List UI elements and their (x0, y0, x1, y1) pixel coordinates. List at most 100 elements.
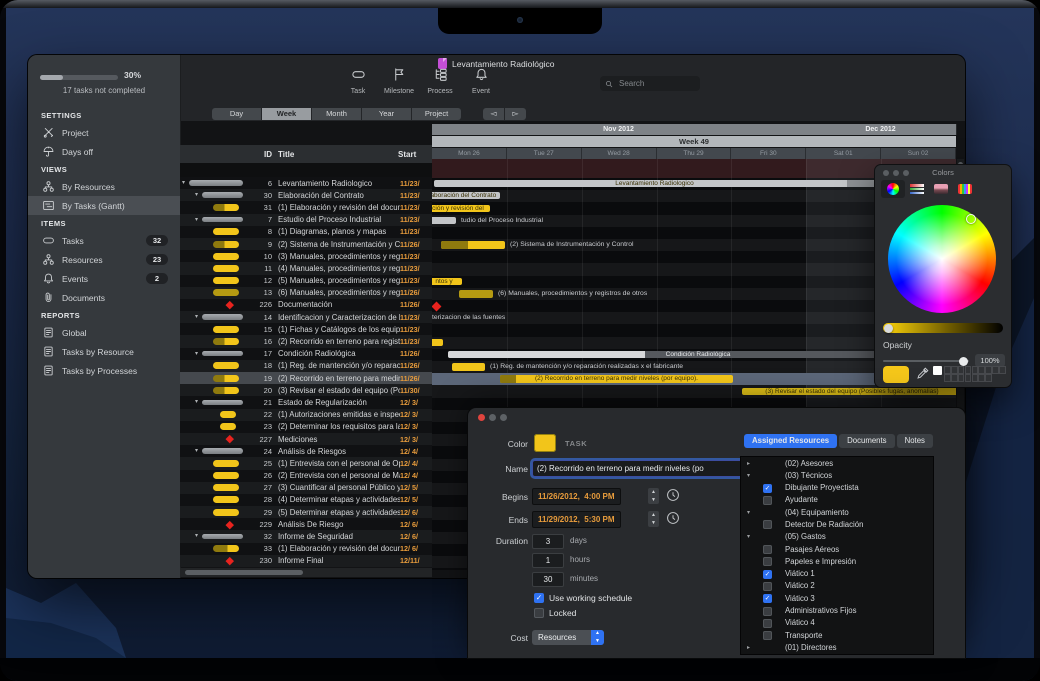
resource-checkbox[interactable] (763, 619, 772, 628)
scrollbar-thumb[interactable] (185, 570, 303, 575)
column-header-start[interactable]: Start (398, 150, 432, 159)
table-row[interactable]: 12(5) Manuales, procedimientos y registr… (180, 275, 432, 287)
eyedropper-icon[interactable] (916, 367, 929, 385)
resource-checkbox[interactable] (763, 520, 772, 529)
table-horizontal-scrollbar[interactable] (180, 568, 432, 577)
sidebar-item-global[interactable]: Global (28, 323, 180, 342)
empty-swatch-slot[interactable] (985, 374, 992, 382)
sidebar-item-days-off[interactable]: Days off (28, 142, 180, 161)
sidebar-item-tasks-by-processes[interactable]: Tasks by Processes (28, 361, 180, 380)
tab-notes[interactable]: Notes (897, 434, 933, 448)
gantt-bar[interactable]: laboración del Contrato (432, 192, 500, 199)
empty-swatch-slot[interactable] (965, 366, 972, 374)
table-row[interactable]: 11(4) Manuales, procedimientos y registr… (180, 262, 432, 274)
resource-checkbox[interactable] (763, 607, 772, 616)
empty-swatch-slot[interactable] (965, 374, 972, 382)
task-name-input[interactable] (532, 460, 750, 477)
color-wheel[interactable] (888, 205, 996, 313)
gantt-bar[interactable] (432, 217, 456, 224)
minimize-window-button[interactable] (489, 414, 496, 421)
sidebar-item-resources[interactable]: Resources23 (28, 250, 180, 269)
resource-checkbox[interactable] (763, 496, 772, 505)
table-row[interactable]: ▾21Estado de Regularización12/ 3/ (180, 396, 432, 408)
resource-row[interactable]: ✓Viático 3 (741, 592, 933, 604)
search-input[interactable] (617, 78, 695, 89)
resource-row[interactable]: Ayudante (741, 494, 933, 506)
tab-documents[interactable]: Documents (839, 434, 894, 448)
sidebar-item-by-resources[interactable]: By Resources (28, 177, 180, 196)
empty-swatch-slot[interactable] (951, 366, 958, 374)
scale-tab-month[interactable]: Month (312, 108, 361, 120)
sidebar-item-tasks-by-resource[interactable]: Tasks by Resource (28, 342, 180, 361)
table-row[interactable]: 226Documentación11/26/ (180, 299, 432, 311)
table-row[interactable]: 18(1) Reg. de mantención y/o reparación … (180, 360, 432, 372)
resource-checkbox[interactable]: ✓ (763, 594, 772, 603)
gantt-bar[interactable] (452, 363, 485, 371)
resource-row[interactable]: ▾(04) Equipamiento (741, 506, 933, 518)
empty-swatch-slot[interactable] (944, 374, 951, 382)
ends-stepper[interactable]: ▲▼ (648, 511, 659, 527)
table-row[interactable]: 28(4) Determinar etapas y actividades cr… (180, 494, 432, 506)
sidebar-item-documents[interactable]: Documents (28, 288, 180, 307)
gantt-bar[interactable] (441, 241, 505, 249)
close-window-button[interactable] (478, 414, 485, 421)
gantt-bar[interactable]: ción y revisión del (432, 205, 490, 213)
toolbar-event-button[interactable]: Event (461, 67, 501, 95)
resource-checkbox[interactable] (763, 631, 772, 640)
brightness-knob[interactable] (884, 324, 893, 333)
toolbar-task-button[interactable]: Task (338, 67, 378, 95)
empty-swatch-slot[interactable] (958, 366, 965, 374)
locked-checkbox[interactable] (534, 608, 544, 618)
table-row[interactable]: 25(1) Entrevista con el personal de Oper… (180, 457, 432, 469)
table-row[interactable]: 31(1) Elaboración y revisión del documen… (180, 201, 432, 213)
table-row[interactable]: 13(6) Manuales, procedimientos y registr… (180, 287, 432, 299)
image-palettes-icon[interactable] (929, 180, 953, 198)
resource-row[interactable]: Viático 4 (741, 617, 933, 629)
scroll-right-button[interactable]: ▻ (505, 108, 526, 120)
color-wheel-icon[interactable] (881, 180, 905, 198)
table-row[interactable]: 27(3) Cuantificar al personal Público y … (180, 482, 432, 494)
table-row[interactable]: ▾30Elaboración del Contrato11/23/ (180, 189, 432, 201)
disclosure-triangle-icon[interactable]: ▾ (195, 533, 198, 540)
scale-tab-week[interactable]: Week (262, 108, 311, 120)
table-row[interactable]: 19(2) Recorrido en terreno para medir ni… (180, 372, 432, 384)
brightness-slider[interactable] (883, 323, 1003, 333)
scroll-left-button[interactable]: ◅ (483, 108, 504, 120)
resource-checkbox[interactable] (763, 582, 772, 591)
disclosure-triangle-icon[interactable]: ▾ (747, 533, 750, 540)
disclosure-triangle-icon[interactable]: ▸ (747, 644, 750, 651)
tab-assigned-resources[interactable]: Assigned Resources (744, 434, 837, 448)
table-row[interactable]: ▾7Estudio del Proceso Industrial11/23/ (180, 214, 432, 226)
toolbar-milestone-button[interactable]: Milestone (379, 67, 419, 95)
resource-row[interactable]: Papeles e Impresión (741, 555, 933, 567)
scale-tab-project[interactable]: Project (412, 108, 461, 120)
gantt-bar[interactable]: Levantamiento Radiologico (434, 180, 875, 187)
table-row[interactable]: ▾24Análisis de Riesgos12/ 4/ (180, 445, 432, 457)
color-wheel-marker[interactable] (966, 214, 976, 224)
empty-swatch-slot[interactable] (978, 374, 985, 382)
resource-row[interactable]: ▾(05) Gastos (741, 531, 933, 543)
resource-checkbox[interactable]: ✓ (763, 570, 772, 579)
resource-row[interactable]: Administrativos Fijos (741, 605, 933, 617)
begins-stepper[interactable]: ▲▼ (648, 488, 659, 504)
resource-row[interactable]: Viático 2 (741, 580, 933, 592)
empty-swatch-slot[interactable] (978, 366, 985, 374)
gantt-bar[interactable]: ntos y (432, 278, 462, 286)
empty-swatch-slot[interactable] (972, 374, 979, 382)
disclosure-triangle-icon[interactable]: ▾ (195, 448, 198, 455)
disclosure-triangle-icon[interactable]: ▾ (195, 314, 198, 321)
disclosure-triangle-icon[interactable]: ▾ (747, 509, 750, 516)
task-color-swatch[interactable] (534, 434, 556, 452)
table-row[interactable]: 10(3) Manuales, procedimientos y registr… (180, 250, 432, 262)
table-row[interactable]: 33(1) Elaboración y revisión del documen… (180, 543, 432, 555)
gantt-bar[interactable]: (2) Recorrido en terreno para medir nive… (500, 375, 733, 383)
table-row[interactable]: ▾14Identificacion y Caracterizacion de l… (180, 311, 432, 323)
disclosure-triangle-icon[interactable]: ▾ (195, 351, 198, 358)
pencils-icon[interactable] (953, 180, 977, 198)
table-row[interactable]: 8(1) Diagramas, planos y mapas11/23/ (180, 226, 432, 238)
table-row[interactable]: 22(1) Autorizaciones emitidas e inspecci… (180, 409, 432, 421)
disclosure-triangle-icon[interactable]: ▾ (195, 217, 198, 224)
toolbar-process-button[interactable]: Process (420, 67, 460, 95)
table-row[interactable]: 16(2) Recorrido en terreno para registra… (180, 335, 432, 347)
search-field[interactable] (600, 76, 700, 91)
